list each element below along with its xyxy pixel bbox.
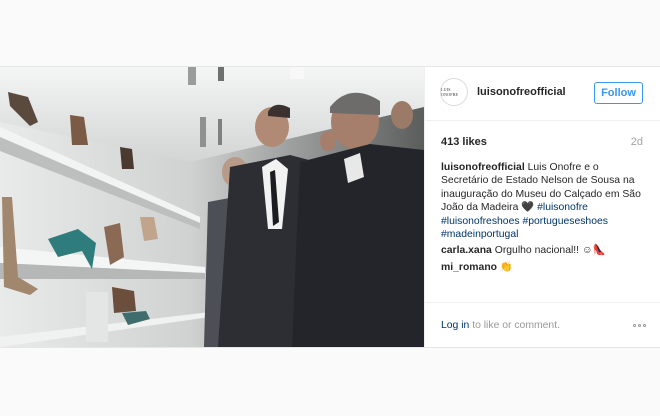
comment-item: mi_romano 👏 (441, 261, 646, 274)
comment-author[interactable]: carla.xana (441, 245, 492, 256)
likes-count[interactable]: 413 likes (441, 136, 487, 148)
post-footer: Log in to like or comment. (425, 302, 660, 347)
login-prompt-text: to like or comment. (469, 320, 560, 331)
instagram-post: LUIS ONOFRE luisonofreofficial Follow 41… (0, 66, 660, 348)
dot (633, 324, 636, 327)
follow-button[interactable]: Follow (594, 82, 643, 104)
caption: luisonofreofficial Luis Onofre e o Secre… (441, 161, 646, 241)
login-prompt: Log in to like or comment. (441, 320, 560, 331)
hashtag[interactable]: #portugueseshoes (522, 216, 608, 227)
comment-author[interactable]: luisonofreofficial (441, 162, 525, 173)
hashtag[interactable]: #madeinportugal (441, 229, 518, 240)
hashtag[interactable]: #luisonofreshoes (441, 216, 520, 227)
post-header: LUIS ONOFRE luisonofreofficial Follow (425, 67, 660, 121)
more-options-icon[interactable] (633, 324, 646, 327)
dot (643, 324, 646, 327)
profile-avatar[interactable]: LUIS ONOFRE (440, 78, 468, 106)
comment-author[interactable]: mi_romano (441, 262, 497, 273)
museum-scene-image (0, 67, 424, 347)
profile-username[interactable]: luisonofreofficial (477, 86, 566, 98)
comment-list: luisonofreofficial Luis Onofre e o Secre… (441, 161, 646, 277)
comment-text: 👏 (499, 261, 513, 273)
login-link[interactable]: Log in (441, 320, 469, 331)
post-photo[interactable] (0, 67, 424, 347)
comment-item: carla.xana Orgulho nacional!! ☺👠 (441, 244, 646, 257)
hashtag[interactable]: #luisonofre (537, 202, 588, 213)
post-side-panel: LUIS ONOFRE luisonofreofficial Follow 41… (424, 67, 660, 347)
brand-logo-icon: LUIS ONOFRE (441, 87, 459, 97)
dot (638, 324, 641, 327)
post-age[interactable]: 2d (631, 136, 643, 148)
comment-text: Orgulho nacional!! ☺👠 (494, 245, 606, 257)
